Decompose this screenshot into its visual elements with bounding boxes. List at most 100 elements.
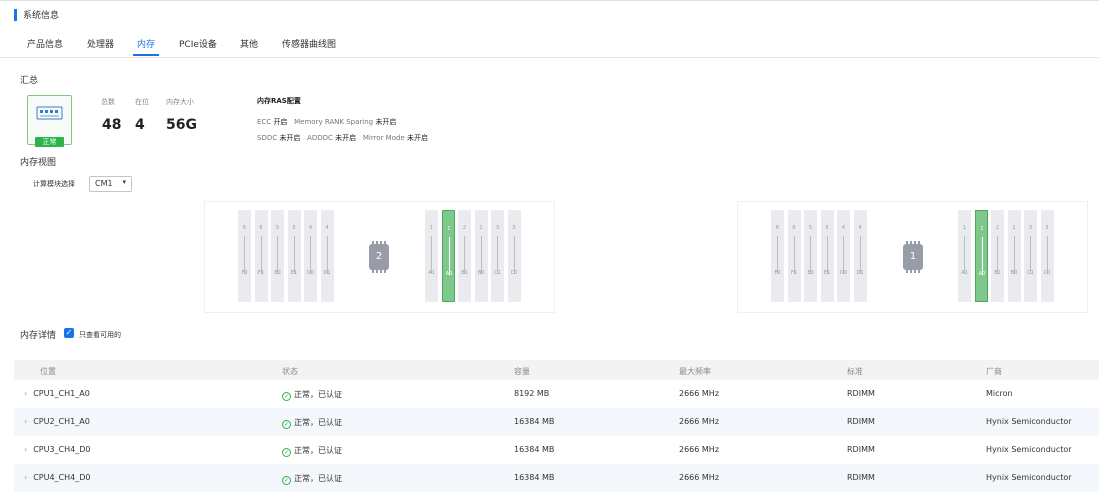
memory-slot-e1[interactable]: 5 E1 [820,210,834,302]
memory-slot-e0[interactable]: 5 E0 [271,210,284,302]
row-vendor: Hynix Semiconductor [986,445,1072,454]
memory-slot-d0[interactable]: 4 D0 [304,210,317,302]
slot-label: D1 [856,270,864,276]
check-circle-icon: ✓ [282,476,291,485]
row-max-frequency: 2666 MHz [679,445,720,454]
tab-other[interactable]: 其他 [240,37,258,50]
chevron-right-icon[interactable]: › [24,417,27,426]
table-row[interactable]: › CPU2_CH1_A0 ✓ 正常，已认证 16384 MB 2666 MHz RDIMM… [14,408,1099,436]
table-row[interactable]: › CPU4_CH4_D0 ✓ 正常，已认证 16384 MB 2666 MHz RDIMM… [14,464,1099,492]
row-capacity: 16384 MB [514,473,555,482]
row-status: ✓ 正常，已认证 [282,417,342,429]
ecc-label: ECC [257,118,272,126]
slot-connector [981,237,983,275]
slot-number: 3 [512,225,516,231]
table-row[interactable]: › CPU1_CH1_A0 ✓ 正常，已认证 8192 MB 2666 MHz RDIMM M… [14,380,1099,408]
memory-slot-c1[interactable]: 3 C1 [1024,210,1037,302]
tab-sensor-curves[interactable]: 传感器曲线图 [282,37,336,50]
row-standard: RDIMM [847,445,875,454]
slot-number: 3 [495,225,500,231]
memory-slot-b0[interactable]: 2 B0 [474,210,488,302]
memory-slot-f0[interactable]: 6 F0 [771,210,784,302]
slot-label: B1 [994,270,1001,276]
tab-processor[interactable]: 处理器 [87,37,114,50]
table-row[interactable]: › CPU3_CH4_D0 ✓ 正常，已认证 16384 MB 2666 MHz RDIMM… [14,436,1099,464]
chevron-right-icon[interactable]: › [24,389,27,398]
status-text: 正常，已认证 [294,390,342,399]
ras-line-2: SDDC 未开启 ADDDC 未开启 Mirror Mode 未开启 [257,133,428,143]
slot-label: B0 [1010,270,1018,276]
slot-number: 5 [825,225,829,231]
slot-connector [260,236,262,274]
mirror-mode-label: Mirror Mode [362,134,405,142]
slot-connector [326,236,328,274]
slot-label: C1 [494,270,501,276]
module-select[interactable]: CM1 ▾ [89,176,132,192]
slot-number: 6 [242,225,247,231]
memory-slot-b1[interactable]: 2 B1 [991,210,1004,302]
slot-label: C0 [1043,270,1051,276]
size-label: 内存大小 [166,98,194,106]
memory-slot-f0[interactable]: 6 F0 [238,210,251,302]
cpu-chip-icon: 1 [903,241,923,273]
slot-number: 3 [1045,225,1049,231]
only-available-checkbox[interactable]: ✓ [64,328,74,338]
memory-slot-c1[interactable]: 3 C1 [491,210,504,302]
slot-label: D0 [839,270,848,276]
row-status: ✓ 正常，已认证 [282,473,342,485]
slot-connector [859,236,861,274]
tab-pcie-devices[interactable]: PCIe设备 [179,37,217,50]
slot-label: B1 [461,270,468,276]
memory-slot-e0[interactable]: 5 E0 [804,210,817,302]
tab-product-info[interactable]: 产品信息 [27,37,63,50]
row-capacity: 8192 MB [514,389,550,398]
status-text: 正常，已认证 [294,474,342,483]
location-text: CPU2_CH1_A0 [33,417,90,426]
slot-connector [513,236,515,274]
header-accent-bar [14,9,17,21]
memory-slot-c0[interactable]: 3 C0 [507,210,521,302]
memory-slot-b1[interactable]: 2 B1 [458,210,471,302]
slot-label: A1 [428,270,435,276]
row-standard: RDIMM [847,417,875,426]
slot-number: 4 [308,225,313,231]
memory-slot-c0[interactable]: 3 C0 [1040,210,1054,302]
memory-slot-f1[interactable]: 6 F1 [787,210,801,302]
slot-connector [497,236,498,274]
chevron-down-icon: ▾ [122,178,126,186]
memory-slot-a1[interactable]: 1 A1 [958,210,971,302]
slot-label: F1 [790,270,798,276]
slot-number: 5 [808,225,813,231]
row-max-frequency: 2666 MHz [679,389,720,398]
row-max-frequency: 2666 MHz [679,417,720,426]
slot-label: C1 [1027,270,1034,276]
sddc-value: 未开启 [279,134,301,142]
slot-number: 1 [429,225,434,231]
col-max-frequency: 最大频率 [679,367,711,376]
sddc-label: SDDC [257,134,278,142]
row-location: › CPU2_CH1_A0 [24,417,90,426]
tab-memory[interactable]: 内存 [137,37,155,50]
slot-label: C0 [510,270,518,276]
memory-slot-b0[interactable]: 2 B0 [1007,210,1021,302]
adddc-label: ADDDC [307,134,333,142]
slot-label: A0 [445,271,453,277]
check-circle-icon: ✓ [282,392,291,401]
memory-slot-d1[interactable]: 4 D1 [853,210,867,302]
memory-slot-a0[interactable]: 1 A0 [974,210,988,302]
slot-label: E0 [274,270,281,276]
memory-slot-f1[interactable]: 6 F1 [254,210,268,302]
memory-slot-e1[interactable]: 5 E1 [287,210,301,302]
chevron-right-icon[interactable]: › [24,445,27,454]
slot-label: B0 [477,270,485,276]
memory-slot-a1[interactable]: 1 A1 [425,210,438,302]
ecc-value: 开启 [273,118,288,126]
slot-connector [964,236,965,274]
chevron-right-icon[interactable]: › [24,473,27,482]
memory-slot-a0[interactable]: 1 A0 [441,210,455,302]
status-text: 正常，已认证 [294,446,342,455]
memory-slot-d0[interactable]: 4 D0 [837,210,850,302]
rank-sparing-value: 未开启 [375,118,397,126]
memory-slot-d1[interactable]: 4 D1 [320,210,334,302]
slot-label: F0 [241,270,248,276]
